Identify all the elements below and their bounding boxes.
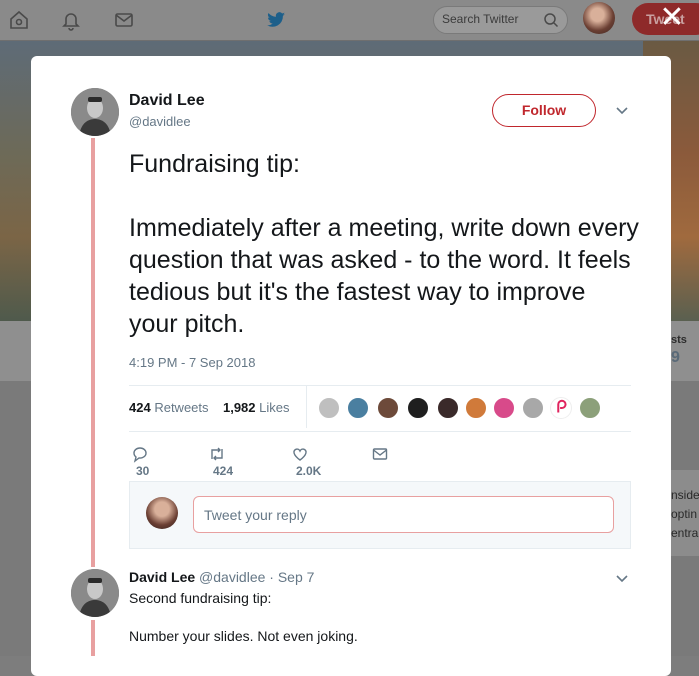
reply-author-name[interactable]: David Lee bbox=[129, 569, 195, 585]
reply-tweet-text-line: Second fundraising tip: bbox=[129, 590, 272, 606]
likes-label[interactable]: Likes bbox=[259, 400, 289, 415]
profile-stat-value: 9 bbox=[671, 349, 680, 366]
like-count: 2.0K bbox=[296, 463, 322, 478]
tweet-text: Fundraising tip: Immediately after a mee… bbox=[129, 150, 639, 338]
messages-envelope-icon[interactable] bbox=[113, 9, 135, 31]
close-modal-icon[interactable]: ✕ bbox=[658, 3, 686, 33]
liker-avatar[interactable] bbox=[550, 397, 572, 419]
current-user-avatar bbox=[146, 497, 178, 529]
top-navigation-bar: Search Twitter Tweet ✕ bbox=[0, 0, 699, 41]
retweet-action[interactable]: 424 bbox=[208, 445, 233, 478]
follow-button[interactable]: Follow bbox=[492, 94, 596, 127]
author-avatar[interactable] bbox=[71, 88, 119, 136]
liker-avatar[interactable] bbox=[493, 397, 515, 419]
retweet-count: 424 bbox=[213, 463, 234, 478]
twitter-bird-logo-icon[interactable] bbox=[265, 9, 287, 31]
reply-input[interactable]: Tweet your reply bbox=[193, 496, 614, 533]
reply-icon bbox=[133, 447, 147, 463]
home-icon[interactable] bbox=[8, 9, 30, 31]
divider bbox=[306, 386, 307, 428]
profile-stat-label: sts bbox=[671, 334, 687, 346]
retweets-label[interactable]: Retweets bbox=[154, 400, 208, 415]
reply-tweet-text-line: Number your slides. Not even joking. bbox=[129, 628, 358, 644]
liker-avatar[interactable] bbox=[318, 397, 340, 419]
heart-icon bbox=[293, 448, 307, 461]
author-handle[interactable]: @davidlee bbox=[129, 114, 191, 129]
likes-count[interactable]: 1,982 bbox=[223, 400, 256, 415]
tweet-stats: 424 Retweets 1,982 Likes bbox=[129, 400, 290, 415]
divider bbox=[129, 431, 631, 432]
like-action[interactable]: 2.0K bbox=[291, 445, 321, 478]
reply-count: 30 bbox=[136, 463, 150, 478]
liker-avatar[interactable] bbox=[522, 397, 544, 419]
notifications-bell-icon[interactable] bbox=[60, 9, 82, 31]
sidebar-text-line: nside bbox=[671, 488, 699, 502]
direct-message-action[interactable] bbox=[371, 445, 389, 465]
tweet-timestamp[interactable]: 4:19 PM - 7 Sep 2018 bbox=[129, 355, 255, 370]
liker-avatar[interactable] bbox=[347, 397, 369, 419]
reply-author-meta[interactable]: @davidlee · Sep 7 bbox=[199, 569, 314, 585]
author-name[interactable]: David Lee bbox=[129, 92, 205, 110]
search-field[interactable]: Search Twitter bbox=[433, 6, 568, 34]
search-icon[interactable] bbox=[543, 12, 559, 28]
retweet-icon bbox=[211, 447, 223, 461]
chevron-down-icon[interactable] bbox=[615, 104, 629, 118]
liker-avatar[interactable] bbox=[579, 397, 601, 419]
user-avatar[interactable] bbox=[583, 2, 615, 34]
liker-avatar[interactable] bbox=[437, 397, 459, 419]
envelope-icon bbox=[372, 448, 388, 460]
reply-placeholder: Tweet your reply bbox=[204, 507, 307, 523]
reply-tweet-header: David Lee @davidlee · Sep 7 bbox=[129, 569, 314, 585]
divider bbox=[129, 385, 631, 386]
reply-action[interactable]: 30 bbox=[131, 445, 149, 478]
thread-connector-line bbox=[91, 620, 95, 656]
sidebar-text-line: optin bbox=[671, 507, 698, 521]
liker-avatar[interactable] bbox=[465, 397, 487, 419]
reply-author-avatar[interactable] bbox=[71, 569, 119, 617]
thread-connector-line bbox=[91, 138, 95, 567]
chevron-down-icon[interactable] bbox=[615, 572, 629, 586]
liker-avatar[interactable] bbox=[377, 397, 399, 419]
search-placeholder: Search Twitter bbox=[442, 12, 519, 26]
liker-avatar[interactable] bbox=[407, 397, 429, 419]
sidebar-text-line: entral bbox=[671, 526, 699, 540]
retweets-count[interactable]: 424 bbox=[129, 400, 151, 415]
